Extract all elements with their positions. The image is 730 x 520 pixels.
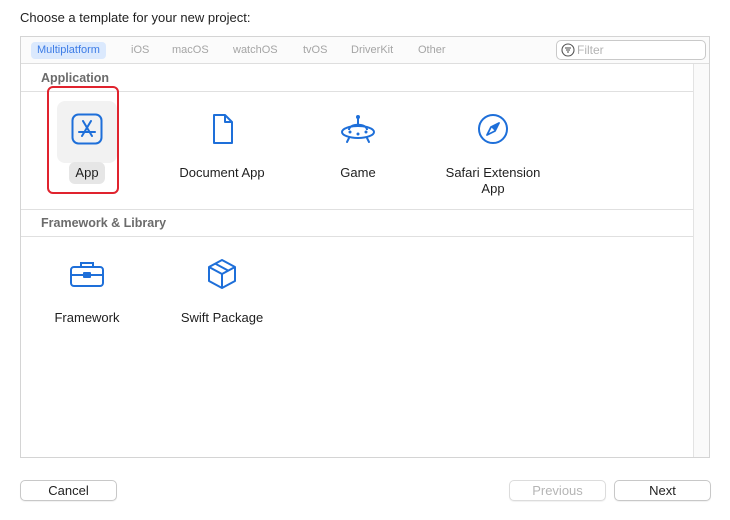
previous-button[interactable]: Previous [509,480,606,501]
tab-other[interactable]: Other [412,42,452,59]
dialog-heading: Choose a template for your new project: [20,10,251,25]
tab-ios[interactable]: iOS [125,42,155,59]
filter-field[interactable] [556,40,706,60]
package-cube-icon [208,259,236,289]
section-divider [21,91,694,92]
section-title-framework-library: Framework & Library [41,216,167,230]
section-divider [21,236,694,237]
tab-watchos[interactable]: watchOS [227,42,284,59]
tab-tvos[interactable]: tvOS [297,42,333,59]
section-title-application: Application [41,71,110,85]
toolbox-icon [70,262,104,287]
tab-multiplatform[interactable]: Multiplatform [31,42,106,59]
next-button[interactable]: Next [614,480,711,501]
platform-tab-bar: Multiplatform iOS macOS watchOS tvOS Dri… [21,37,709,64]
compass-icon [478,114,508,144]
document-icon [213,114,233,144]
section-divider [21,209,694,210]
template-chooser-panel: Multiplatform iOS macOS watchOS tvOS Dri… [20,36,710,458]
filter-icon [561,43,575,57]
template-label: Document App [179,165,265,180]
template-label: Game [340,165,376,180]
filter-input[interactable] [577,42,701,58]
template-label: Framework [54,310,120,325]
cancel-button[interactable]: Cancel [20,480,117,501]
tab-macos[interactable]: macOS [166,42,215,59]
template-label: Swift Package [180,310,264,325]
selection-highlight-box [47,86,119,194]
template-label: Safari Extension App [445,165,541,196]
tab-driverkit[interactable]: DriverKit [345,42,399,59]
game-ufo-icon [341,115,375,143]
scrollbar[interactable] [693,64,709,457]
